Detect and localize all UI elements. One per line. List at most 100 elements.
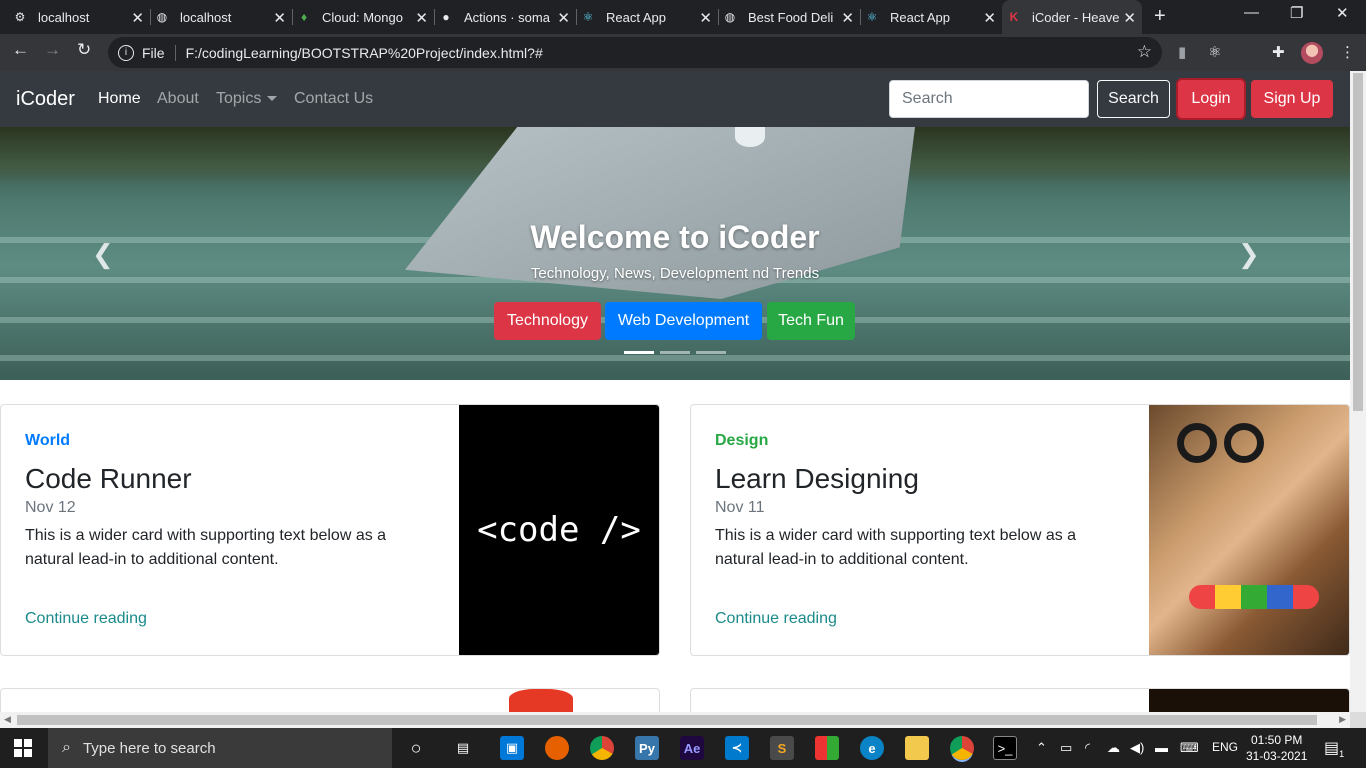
article-card: Design Learn Designing Nov 11 This is a … — [690, 404, 1350, 656]
scroll-left-icon[interactable]: ◀ — [4, 714, 11, 725]
extensions-puzzle-icon[interactable]: ✚ — [1272, 43, 1285, 61]
app-icon[interactable] — [815, 736, 839, 760]
horizontal-scrollbar[interactable]: ◀ ▶ — [0, 712, 1350, 728]
terminal-icon[interactable]: >_ — [993, 736, 1017, 760]
notification-count: 1 — [1339, 749, 1345, 760]
nav-link-contact[interactable]: Contact Us — [294, 90, 373, 108]
tech-fun-button[interactable]: Tech Fun — [767, 302, 855, 340]
language-indicator[interactable]: ENG — [1212, 740, 1238, 754]
forward-icon[interactable]: → — [44, 40, 61, 60]
python-icon[interactable]: Py — [635, 736, 659, 760]
keyboard-icon[interactable]: ⌨ — [1180, 740, 1199, 756]
back-icon[interactable]: ← — [12, 40, 29, 60]
scrollbar-thumb[interactable] — [1353, 73, 1363, 411]
carousel-indicator[interactable] — [660, 351, 690, 354]
nav-link-topics-label: Topics — [216, 90, 262, 107]
file-explorer-icon[interactable] — [905, 736, 929, 760]
taskbar-search-box[interactable]: ⌕ Type here to search — [48, 728, 392, 768]
nav-link-about[interactable]: About — [157, 90, 199, 108]
signup-button[interactable]: Sign Up — [1251, 80, 1333, 118]
browser-tab-active[interactable]: K iCoder - Heave ✕ — [1002, 0, 1142, 34]
scrollbar-thumb[interactable] — [17, 715, 1317, 725]
search-input[interactable] — [889, 80, 1089, 118]
close-icon[interactable]: ✕ — [131, 9, 144, 27]
taskbar-clock[interactable]: 01:50 PM 31-03-2021 — [1246, 732, 1307, 764]
search-button[interactable]: Search — [1097, 80, 1170, 118]
after-effects-icon[interactable]: Ae — [680, 736, 704, 760]
continue-reading-link[interactable]: Continue reading — [715, 610, 837, 628]
close-icon[interactable]: ✕ — [983, 9, 996, 27]
browser-tab[interactable]: ⚛ React App ✕ — [576, 0, 719, 34]
vscode-icon[interactable]: ≺ — [725, 736, 749, 760]
scroll-right-icon[interactable]: ▶ — [1339, 714, 1346, 725]
card-category: World — [25, 432, 71, 449]
vertical-scrollbar[interactable] — [1350, 71, 1366, 712]
extension-icon[interactable]: ▮ — [1178, 43, 1186, 61]
browser-tab[interactable]: ◍ Best Food Deli ✕ — [718, 0, 861, 34]
store-icon[interactable]: ▣ — [500, 736, 524, 760]
thumbnail-partial — [1149, 689, 1349, 712]
tray-device-icon[interactable]: ▭ — [1060, 740, 1072, 756]
carousel-prev-icon[interactable]: ❮ — [92, 239, 114, 270]
react-devtools-icon[interactable]: ⚛ — [1208, 43, 1221, 61]
menu-kebab-icon[interactable]: ⋮ — [1340, 43, 1355, 61]
cortana-icon[interactable]: ○ — [404, 736, 428, 760]
close-icon[interactable]: ✕ — [273, 9, 286, 27]
carousel-indicator[interactable] — [696, 351, 726, 354]
tab-label: Cloud: Mongo — [322, 9, 403, 25]
restore-icon[interactable]: ❐ — [1290, 4, 1303, 22]
url-text[interactable]: F:/codingLearning/BOOTSTRAP%20Project/in… — [186, 45, 543, 61]
info-icon[interactable]: i — [118, 44, 134, 61]
chrome-icon[interactable] — [590, 736, 614, 760]
settings-icon: ⚙ — [14, 10, 26, 24]
login-button[interactable]: Login — [1178, 80, 1244, 118]
tab-label: localhost — [180, 9, 232, 25]
wifi-icon[interactable]: ◜ — [1085, 740, 1090, 756]
search-icon: ⌕ — [62, 739, 71, 756]
carousel-next-icon[interactable]: ❯ — [1238, 239, 1260, 270]
reload-icon[interactable]: ↻ — [77, 40, 91, 60]
onedrive-icon[interactable]: ☁ — [1107, 740, 1120, 756]
chrome-active-icon[interactable] — [950, 736, 974, 760]
navbar-brand[interactable]: iCoder — [16, 88, 75, 111]
globe-icon: ◍ — [724, 10, 736, 24]
edge-icon[interactable]: e — [860, 736, 884, 760]
close-icon[interactable]: ✕ — [699, 9, 712, 27]
task-view-icon[interactable]: ▤ — [451, 736, 475, 760]
article-card-partial — [690, 688, 1350, 712]
notification-icon[interactable]: ▤1 — [1324, 738, 1344, 759]
windows-start-icon[interactable] — [14, 739, 32, 757]
browser-tab[interactable]: ♦ Cloud: Mongo ✕ — [292, 0, 435, 34]
volume-icon[interactable]: ◀) — [1130, 740, 1144, 756]
browser-tab[interactable]: ⚙ localhost ✕ — [8, 0, 151, 34]
scroll-corner — [1350, 712, 1366, 728]
close-icon[interactable]: ✕ — [415, 9, 428, 27]
nav-dropdown-topics[interactable]: Topics — [216, 90, 278, 108]
card-title: Learn Designing — [715, 463, 919, 494]
nav-link-home[interactable]: Home — [98, 90, 141, 108]
window-close-icon[interactable]: ✕ — [1336, 4, 1349, 22]
browser-tab[interactable]: ⚛ React App ✕ — [860, 0, 1002, 34]
carousel-indicator[interactable] — [624, 351, 654, 354]
browser-tab[interactable]: ◍ localhost ✕ — [150, 0, 293, 34]
bookmark-star-icon[interactable]: ☆ — [1137, 42, 1152, 62]
close-icon[interactable]: ✕ — [841, 9, 854, 27]
web-development-button[interactable]: Web Development — [605, 302, 762, 340]
sublime-icon[interactable]: S — [770, 736, 794, 760]
address-bar[interactable]: i File F:/codingLearning/BOOTSTRAP%20Pro… — [108, 37, 1162, 68]
tray-expand-icon[interactable]: ⌃ — [1036, 740, 1047, 756]
minimize-icon[interactable]: — — [1244, 4, 1259, 21]
continue-reading-link[interactable]: Continue reading — [25, 610, 147, 628]
new-tab-icon[interactable]: + — [1154, 5, 1166, 28]
address-separator — [174, 44, 176, 61]
browser-tab[interactable]: ● Actions · soma ✕ — [434, 0, 577, 34]
battery-icon[interactable]: ▬ — [1155, 740, 1168, 755]
close-icon[interactable]: ✕ — [557, 9, 570, 27]
technology-button[interactable]: Technology — [494, 302, 601, 340]
close-icon[interactable]: ✕ — [1123, 9, 1136, 27]
tab-label: Actions · soma — [464, 9, 550, 25]
toy-beads-shape — [1189, 585, 1319, 609]
profile-avatar[interactable] — [1301, 42, 1323, 64]
firefox-icon[interactable] — [545, 736, 569, 760]
tab-label: iCoder - Heave — [1032, 9, 1120, 25]
